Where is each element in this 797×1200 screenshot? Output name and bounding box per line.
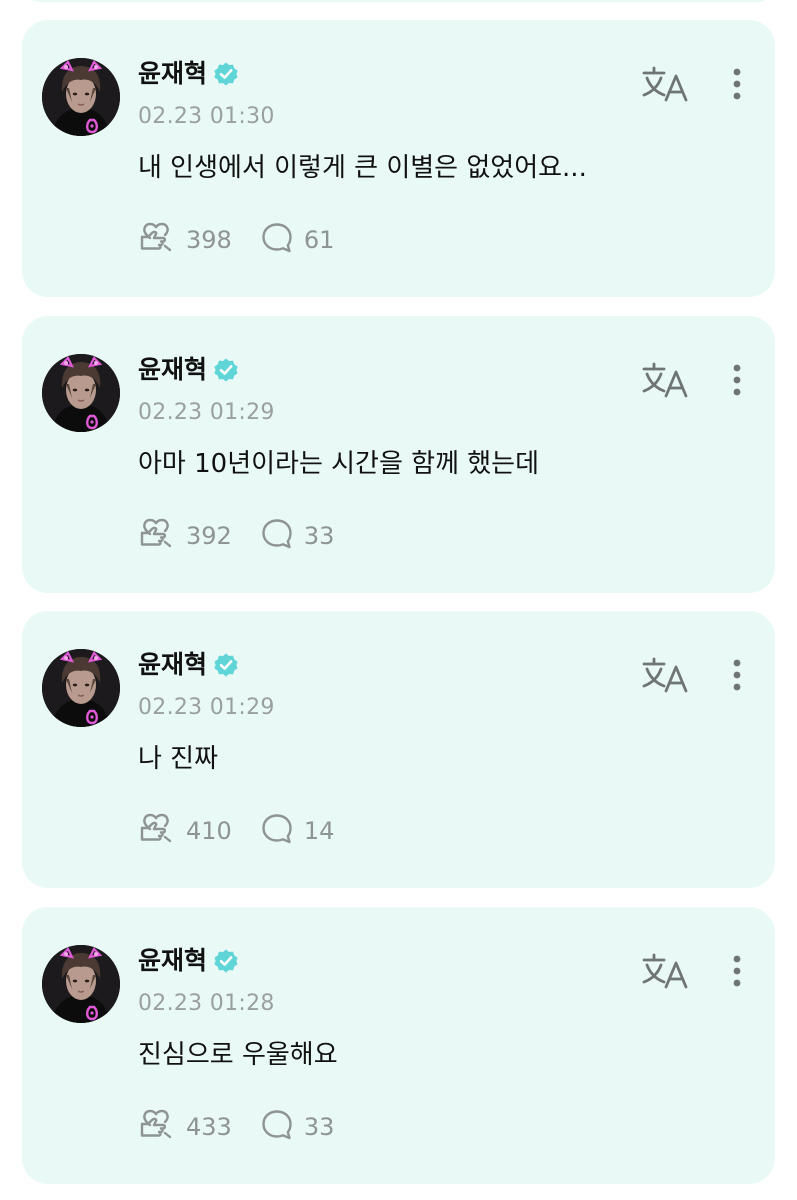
translate-icon[interactable]: [642, 951, 690, 991]
like-count: 433: [186, 1113, 232, 1141]
like-icon: [138, 221, 176, 259]
author-name[interactable]: 윤재혁: [138, 56, 207, 92]
author-name[interactable]: 윤재혁: [138, 647, 207, 683]
like-count: 398: [186, 226, 232, 254]
post-feed: 윤재혁 02.23 01:30 내 인생에서 이렇게 큰 이별은 없었어요...…: [0, 0, 797, 1200]
verified-badge-icon: [213, 357, 239, 383]
like-icon: [138, 812, 176, 850]
post-author: 윤재혁: [138, 56, 239, 92]
post-timestamp: 02.23 01:28: [138, 991, 275, 1016]
like-button[interactable]: 410: [138, 812, 232, 850]
more-options-icon[interactable]: [724, 655, 750, 695]
avatar[interactable]: [42, 354, 120, 432]
like-count: 410: [186, 817, 232, 845]
avatar[interactable]: [42, 945, 120, 1023]
like-count: 392: [186, 522, 232, 550]
post-message: 나 진짜: [138, 744, 219, 774]
post-card[interactable]: 윤재혁 02.23 01:29 아마 10년이라는 시간을 함께 했는데 392…: [22, 316, 775, 593]
comment-button[interactable]: 33: [260, 517, 335, 555]
comment-icon: [260, 221, 294, 259]
comment-icon: [260, 812, 294, 850]
comment-button[interactable]: 33: [260, 1108, 335, 1146]
post-message: 내 인생에서 이렇게 큰 이별은 없었어요...: [138, 153, 587, 183]
post-message: 아마 10년이라는 시간을 함께 했는데: [138, 449, 540, 479]
avatar[interactable]: [42, 649, 120, 727]
like-button[interactable]: 398: [138, 221, 232, 259]
like-icon: [138, 517, 176, 555]
verified-badge-icon: [213, 948, 239, 974]
post-author: 윤재혁: [138, 943, 239, 979]
comment-icon: [260, 1108, 294, 1146]
comment-button[interactable]: 61: [260, 221, 335, 259]
post-timestamp: 02.23 01:30: [138, 104, 275, 129]
like-icon: [138, 1108, 176, 1146]
author-name[interactable]: 윤재혁: [138, 943, 207, 979]
author-name[interactable]: 윤재혁: [138, 352, 207, 388]
post-stats: 392 33: [138, 516, 362, 556]
translate-icon[interactable]: [642, 64, 690, 104]
post-author: 윤재혁: [138, 647, 239, 683]
post-stats: 398 61: [138, 220, 362, 260]
more-options-icon[interactable]: [724, 951, 750, 991]
comment-button[interactable]: 14: [260, 812, 335, 850]
translate-icon[interactable]: [642, 360, 690, 400]
translate-icon[interactable]: [642, 655, 690, 695]
verified-badge-icon: [213, 61, 239, 87]
post-timestamp: 02.23 01:29: [138, 400, 275, 425]
comment-count: 33: [303, 1113, 335, 1141]
post-message: 진심으로 우울해요: [138, 1040, 338, 1070]
post-card[interactable]: 윤재혁 02.23 01:29 나 진짜 410 14: [22, 611, 775, 888]
avatar[interactable]: [42, 58, 120, 136]
post-stats: 410 14: [138, 811, 362, 851]
comment-icon: [260, 517, 294, 555]
comment-count: 14: [303, 817, 335, 845]
post-timestamp: 02.23 01:29: [138, 695, 275, 720]
previous-post-card-edge: [22, 0, 775, 2]
verified-badge-icon: [213, 652, 239, 678]
like-button[interactable]: 392: [138, 517, 232, 555]
more-options-icon[interactable]: [724, 64, 750, 104]
post-card[interactable]: 윤재혁 02.23 01:30 내 인생에서 이렇게 큰 이별은 없었어요...…: [22, 20, 775, 297]
post-stats: 433 33: [138, 1107, 362, 1147]
post-card[interactable]: 윤재혁 02.23 01:28 진심으로 우울해요 433 33: [22, 907, 775, 1184]
comment-count: 61: [303, 226, 335, 254]
post-author: 윤재혁: [138, 352, 239, 388]
comment-count: 33: [303, 522, 335, 550]
like-button[interactable]: 433: [138, 1108, 232, 1146]
more-options-icon[interactable]: [724, 360, 750, 400]
